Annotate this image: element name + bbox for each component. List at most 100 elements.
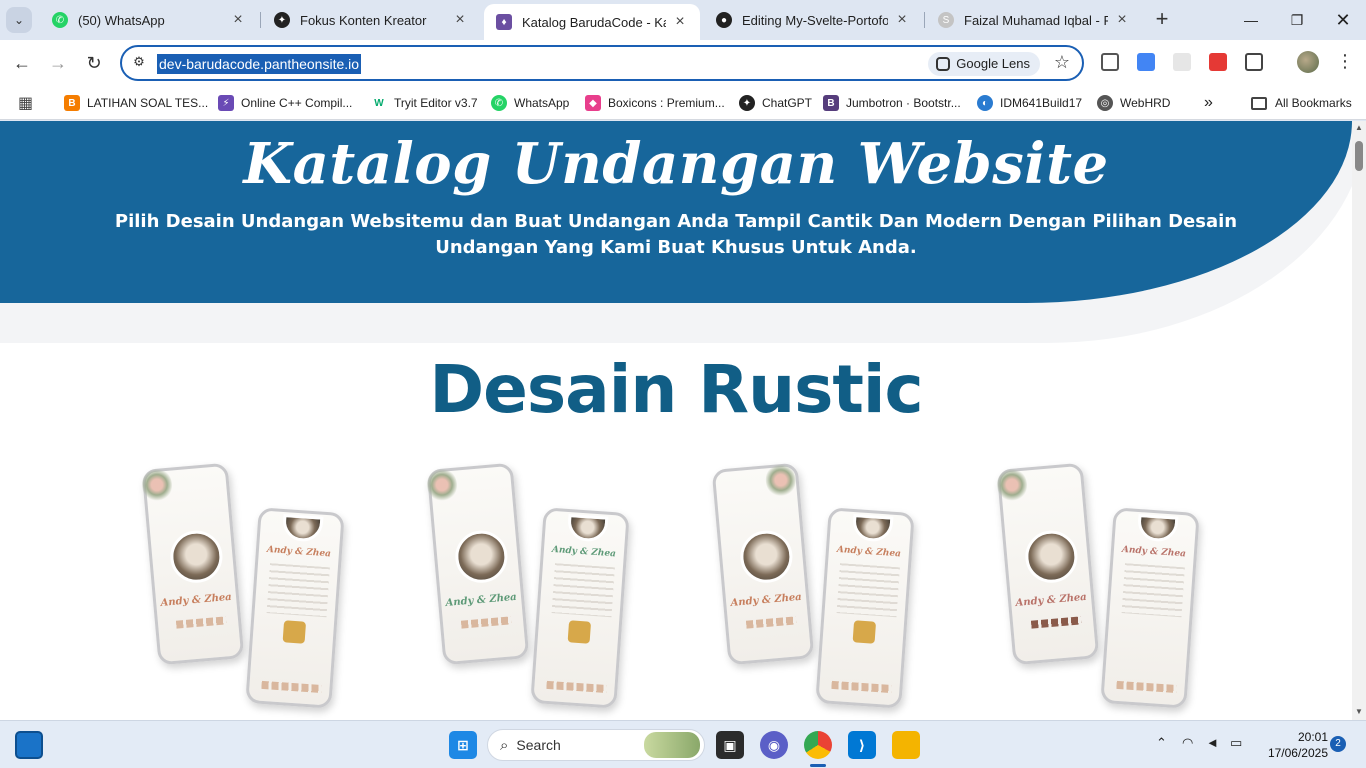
close-icon[interactable]: × [452, 11, 468, 29]
tab-title: Fokus Konten Kreator [300, 12, 427, 28]
text-lines [836, 563, 900, 618]
scroll-down-icon[interactable]: ▼ [1354, 707, 1364, 716]
design-card-rustic-1[interactable]: Andy & Zhea Andy & Zhea [140, 462, 350, 716]
hero-subtitle: Pilih Desain Undangan Websitemu dan Buat… [114, 211, 1238, 258]
reading-mode-icon[interactable] [1101, 53, 1119, 71]
page-scrollbar[interactable]: ▲ ▼ [1352, 121, 1366, 720]
tab-search-button[interactable]: ⌄ [6, 7, 32, 33]
bookmark-item[interactable]: B LATIHAN SOAL TES... [64, 93, 208, 113]
widgets-icon[interactable] [15, 731, 43, 759]
file-explorer-icon[interactable] [892, 731, 920, 759]
text-lines [266, 563, 330, 618]
volume-icon[interactable]: ◄ [1206, 735, 1219, 750]
bookmark-item[interactable]: ◆ Boxicons : Premium... [585, 93, 725, 113]
tab-fokus-konten[interactable]: ✦ Fokus Konten Kreator × [262, 0, 480, 40]
design-card-rustic-2[interactable]: Andy & Zhea Andy & Zhea [425, 462, 635, 716]
windows-start-icon[interactable]: ⊞ [449, 731, 477, 759]
idm-icon: ◐ [977, 95, 993, 111]
forward-button[interactable]: → [45, 50, 71, 76]
couple-photo [168, 528, 225, 585]
scrollbar-thumb[interactable] [1355, 141, 1363, 171]
meet-chat-icon[interactable]: ◉ [760, 731, 788, 759]
tab-faizal-portfolio[interactable]: S Faizal Muhamad Iqbal - Portf × [926, 0, 1142, 40]
bookmark-label: LATIHAN SOAL TES... [87, 96, 209, 110]
restore-icon: ❐ [1290, 11, 1304, 28]
github-icon: ● [716, 12, 732, 28]
phone-mockup-back: Andy & Zhea [711, 461, 815, 666]
notification-badge[interactable]: 2 [1330, 736, 1346, 752]
bookmark-item[interactable]: ✦ ChatGPT [739, 93, 812, 113]
bookmark-item[interactable]: W Tryit Editor v3.7 [371, 93, 478, 113]
couple-names: Andy & Zhea [551, 544, 617, 560]
restore-button[interactable]: ❐ [1274, 0, 1320, 40]
reload-button[interactable]: ↻ [81, 50, 107, 76]
close-icon[interactable]: × [672, 13, 688, 31]
barudacode-icon: ♦ [496, 14, 512, 30]
design-card-rustic-3[interactable]: Andy & Zhea Andy & Zhea [711, 461, 920, 716]
taskbar-search[interactable]: ⌕ Search [487, 729, 705, 761]
extension-icon[interactable] [1173, 53, 1191, 71]
couple-names: Andy & Zhea [836, 544, 902, 560]
brand-logo [282, 620, 307, 644]
chrome-active-indicator [810, 764, 826, 767]
bolt-icon: ⚡ [218, 95, 234, 111]
pdf-extension-icon[interactable] [1209, 53, 1227, 71]
minimize-icon: — [1244, 12, 1258, 28]
address-bar[interactable]: ⚙ dev-barudacode.pantheonsite.io Google … [120, 45, 1084, 81]
bookmark-item[interactable]: ◎ WebHRD [1097, 93, 1170, 113]
bookmark-item[interactable]: B Jumbotron · Bootstr... [823, 93, 961, 113]
url-text[interactable]: dev-barudacode.pantheonsite.io [157, 54, 362, 74]
chrome-icon[interactable] [804, 731, 832, 759]
openai-icon: ✦ [274, 12, 290, 28]
more-bookmarks-button[interactable]: » [1204, 93, 1213, 113]
new-tab-button[interactable]: + [1150, 8, 1174, 32]
bookmark-item[interactable]: ⚡ Online C++ Compil... [218, 93, 352, 113]
back-button[interactable]: ← [9, 50, 35, 76]
couple-photo [738, 528, 795, 585]
folder-icon [1251, 96, 1267, 110]
phone-mockup-back: Andy & Zhea [425, 462, 530, 666]
close-icon[interactable]: × [1114, 11, 1130, 29]
wifi-icon[interactable]: ◠ [1182, 735, 1193, 751]
nav-buttons [261, 680, 322, 694]
google-translate-icon[interactable] [1137, 53, 1155, 71]
clock[interactable]: 20:01 17/06/2025 [1258, 729, 1328, 761]
design-card-rustic-4[interactable]: Andy & Zhea Andy & Zhea [995, 462, 1205, 716]
bookmarks-bar: ▦ B LATIHAN SOAL TES... ⚡ Online C++ Com… [0, 86, 1366, 120]
nav-buttons [831, 680, 892, 694]
tab-katalog-barudacode[interactable]: ♦ Katalog BarudaCode - Katalo × [484, 4, 700, 40]
clock-date: 17/06/2025 [1267, 746, 1328, 760]
tab-divider [260, 12, 261, 28]
minimize-button[interactable]: — [1228, 0, 1274, 40]
w3schools-icon: W [371, 95, 387, 111]
close-window-button[interactable]: ✕ [1320, 0, 1366, 40]
all-bookmarks-button[interactable]: All Bookmarks [1251, 93, 1352, 113]
extensions-puzzle-icon[interactable] [1245, 53, 1263, 71]
tab-editing-svelte[interactable]: ● Editing My-Svelte-Portofolio × [704, 0, 922, 40]
site-info-icon[interactable]: ⚙ [130, 54, 148, 72]
all-bookmarks-label: All Bookmarks [1275, 96, 1352, 110]
openai-icon: ✦ [739, 95, 755, 111]
flower-decoration [764, 461, 798, 499]
battery-icon[interactable]: ▭ [1230, 735, 1242, 751]
nav-buttons [546, 680, 607, 694]
close-icon: ✕ [1335, 9, 1351, 30]
vscode-icon[interactable]: ⟩ [848, 731, 876, 759]
plus-icon: + [1155, 6, 1169, 31]
chevron-up-icon[interactable]: ⌃ [1156, 735, 1167, 751]
scroll-up-icon[interactable]: ▲ [1354, 123, 1364, 132]
bookmark-item[interactable]: ✆ WhatsApp [491, 93, 569, 113]
apps-button[interactable]: ▦ [18, 93, 33, 113]
tab-whatsapp[interactable]: ✆ (50) WhatsApp × [40, 0, 258, 40]
close-icon[interactable]: × [894, 11, 910, 29]
hero-title: Katalog Undangan Website [243, 131, 1109, 197]
task-view-icon[interactable]: ▣ [716, 731, 744, 759]
bookmark-star-icon[interactable]: ☆ [1054, 52, 1070, 73]
profile-avatar[interactable] [1297, 51, 1319, 73]
google-lens-button[interactable]: Google Lens [928, 52, 1040, 76]
close-icon[interactable]: × [230, 11, 246, 29]
bookmark-label: ChatGPT [762, 96, 813, 110]
flower-decoration [995, 466, 1029, 504]
bookmark-item[interactable]: ◐ IDM641Build17 [977, 93, 1082, 113]
more-menu-icon[interactable]: ⋮ [1336, 51, 1354, 73]
